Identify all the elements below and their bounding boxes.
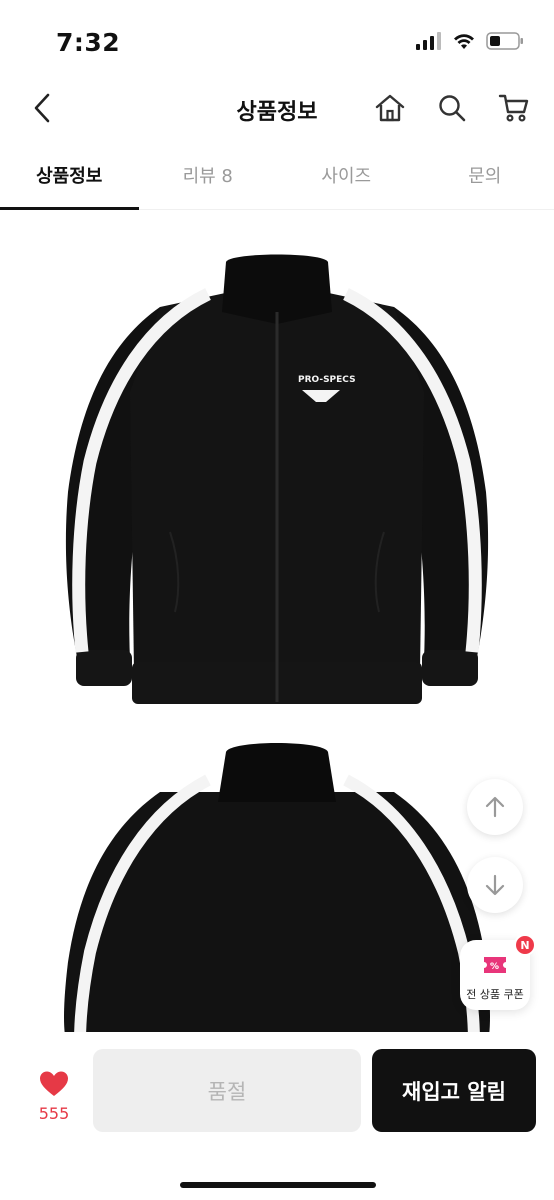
coupon-label: 전 상품 쿠폰 <box>466 988 524 1001</box>
battery-icon <box>486 32 523 50</box>
home-indicator <box>180 1182 376 1188</box>
back-icon <box>34 93 50 123</box>
jacket-back-image <box>64 743 490 1032</box>
back-button[interactable] <box>24 88 60 128</box>
heart-icon <box>40 1071 68 1096</box>
tab-inquiry[interactable]: 문의 <box>416 148 554 209</box>
search-icon <box>439 95 466 122</box>
cart-button[interactable] <box>496 90 532 126</box>
status-bar: 7:32 <box>0 0 554 80</box>
arrow-down-icon <box>485 874 505 896</box>
home-icon <box>375 94 405 122</box>
home-button[interactable] <box>372 90 408 126</box>
tab-product-info[interactable]: 상품정보 <box>0 148 139 210</box>
arrow-up-icon <box>485 796 505 818</box>
soldout-button[interactable]: 품절 <box>93 1049 361 1132</box>
status-icons <box>416 32 524 50</box>
restock-alert-button[interactable]: 재입고 알림 <box>372 1049 536 1132</box>
jacket-front-image: PRO-SPECS <box>65 254 489 704</box>
search-button[interactable] <box>434 90 470 126</box>
wifi-icon <box>454 34 474 49</box>
tab-reviews[interactable]: 리뷰 8 <box>139 148 278 209</box>
bottom-action-bar: 555 품절 재입고 알림 <box>0 1032 554 1200</box>
scroll-up-button[interactable] <box>467 779 523 835</box>
svg-text:PRO-SPECS: PRO-SPECS <box>298 375 356 385</box>
scroll-down-button[interactable] <box>467 857 523 913</box>
like-button[interactable]: 555 <box>24 1066 84 1126</box>
status-time: 7:32 <box>56 28 121 57</box>
signal-icon <box>416 32 441 50</box>
svg-text:%: % <box>490 962 499 972</box>
product-image-area: PRO-SPECS <box>0 212 554 1032</box>
tab-size[interactable]: 사이즈 <box>277 148 416 209</box>
product-tabs: 상품정보 리뷰 8 사이즈 문의 <box>0 148 554 210</box>
coupon-icon: % <box>484 957 506 973</box>
like-count: 555 <box>38 1104 70 1123</box>
all-products-coupon-button[interactable]: % 전 상품 쿠폰 N <box>460 934 536 1010</box>
app-header: 상품정보 <box>0 80 554 140</box>
header-actions <box>372 90 532 126</box>
new-badge: N <box>514 934 536 956</box>
cart-icon <box>498 94 529 122</box>
